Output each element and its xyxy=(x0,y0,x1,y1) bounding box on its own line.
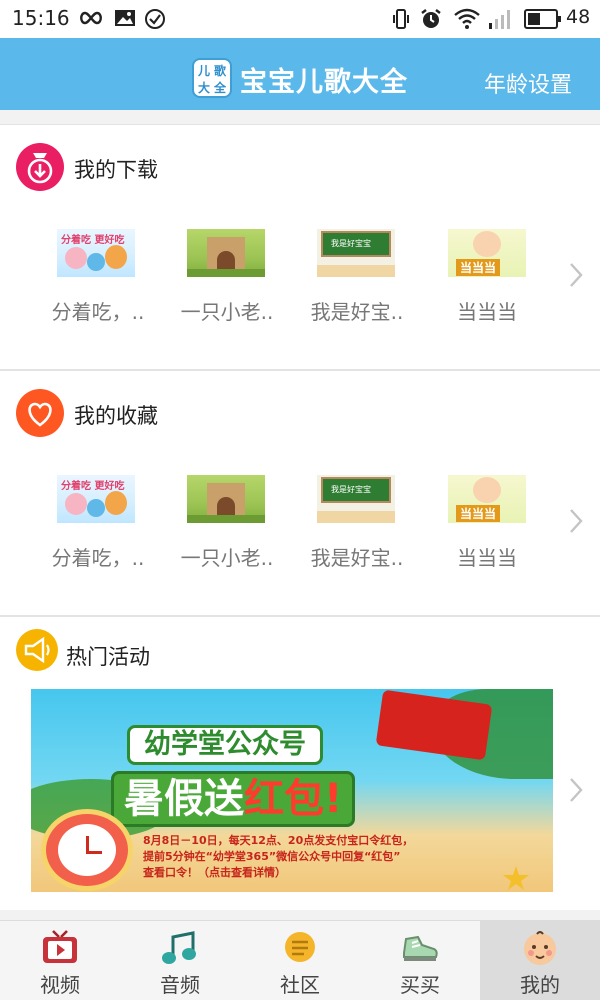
shoe-icon xyxy=(403,935,438,961)
signal-icon xyxy=(489,10,510,29)
thumb-text: 分着吃 更好吃 xyxy=(61,481,125,492)
tab-community[interactable]: 社区 xyxy=(240,921,360,1000)
thumb-text: 当当当 xyxy=(456,259,501,276)
app-title: 宝宝儿歌大全 xyxy=(240,67,408,98)
download-thumb[interactable]: 当当当 xyxy=(448,229,526,277)
tab-shop[interactable]: 买买 xyxy=(360,921,480,1000)
tab-label: 我的 xyxy=(520,973,560,997)
tab-label: 视频 xyxy=(40,973,80,997)
megaphone-icon xyxy=(16,629,58,671)
favorite-thumb[interactable]: 我是好宝宝 xyxy=(317,475,395,523)
download-caption[interactable]: 一只小老.. xyxy=(167,296,287,325)
favorite-caption[interactable]: 我是好宝.. xyxy=(297,542,417,571)
battery-level xyxy=(528,13,540,25)
chevron-right-icon[interactable] xyxy=(566,775,586,805)
status-time: 15:16 xyxy=(12,6,70,30)
thumb-text: 当当当 xyxy=(456,505,501,522)
download-caption[interactable]: 我是好宝.. xyxy=(297,296,417,325)
banner-line-2: 提前5分钟在“幼学堂365”微信公众号中回复“红包” xyxy=(143,850,401,863)
thumb-text: 分着吃 更好吃 xyxy=(61,235,125,246)
banner-main-text-1: 暑假送 xyxy=(124,776,244,822)
logo-char: 儿 xyxy=(198,64,211,78)
tv-icon xyxy=(43,930,77,963)
chevron-right-icon[interactable] xyxy=(566,260,586,290)
favorites-section: 我的收藏 分着吃 更好吃 分着吃，.. 一只小老.. 我是好宝宝 我是好宝.. … xyxy=(0,370,600,616)
banner-line-1: 8月8日－10日，每天12点、20点发支付宝口令红包， xyxy=(143,834,414,847)
age-setting-button[interactable]: 年龄设置 xyxy=(484,67,572,99)
thumb-text: 我是好宝宝 xyxy=(331,485,371,494)
favorite-thumb[interactable]: 当当当 xyxy=(448,475,526,523)
banner-main-text: 暑假送红包! xyxy=(111,771,356,827)
baby-face-icon xyxy=(524,931,556,965)
starfish-icon xyxy=(503,866,529,890)
banner-main-text-2: 红包! xyxy=(244,776,343,822)
status-bar: 15:16 48 xyxy=(0,0,600,38)
download-caption[interactable]: 当当当 xyxy=(427,296,547,325)
image-icon xyxy=(115,10,135,26)
check-circle-icon xyxy=(145,9,165,29)
logo-char: 歌 xyxy=(214,64,227,78)
tab-video[interactable]: 视频 xyxy=(0,921,120,1000)
events-title: 热门活动 xyxy=(66,645,150,669)
chat-bubble-icon xyxy=(285,932,315,962)
banner-line-3: 查看口令！（点击查看详情） xyxy=(143,866,286,879)
favorites-title: 我的收藏 xyxy=(74,404,158,428)
clock-icon xyxy=(41,809,133,891)
favorite-thumb[interactable] xyxy=(187,475,265,523)
download-thumb[interactable]: 我是好宝宝 xyxy=(317,229,395,277)
thumb-text: 我是好宝宝 xyxy=(331,239,371,248)
tab-mine[interactable]: 我的 xyxy=(480,921,600,1000)
alarm-icon xyxy=(421,9,441,28)
favorite-caption[interactable]: 分着吃，.. xyxy=(38,542,158,571)
banner-headline: 幼学堂公众号 xyxy=(127,725,323,765)
battery-icon xyxy=(524,9,561,29)
download-thumb[interactable] xyxy=(187,229,265,277)
heart-icon xyxy=(16,389,64,437)
download-caption[interactable]: 分着吃，.. xyxy=(38,296,158,325)
infinity-icon xyxy=(80,11,102,25)
wifi-icon xyxy=(454,8,480,29)
app-header: 儿 歌 大 全 宝宝儿歌大全 年龄设置 xyxy=(0,38,600,110)
downloads-section: 我的下载 分着吃 更好吃 分着吃，.. 一只小老.. 我是好宝宝 我是好宝.. … xyxy=(0,124,600,370)
favorite-caption[interactable]: 一只小老.. xyxy=(167,542,287,571)
battery-percent: 48 xyxy=(566,6,591,28)
downloads-title: 我的下载 xyxy=(74,158,158,182)
vibrate-icon xyxy=(393,9,409,29)
favorite-thumb[interactable]: 分着吃 更好吃 xyxy=(57,475,135,523)
app-logo: 儿 歌 大 全 xyxy=(192,58,232,98)
tab-label: 音频 xyxy=(160,973,200,997)
logo-char: 全 xyxy=(214,81,227,95)
chevron-right-icon[interactable] xyxy=(566,506,586,536)
event-banner[interactable]: 幼学堂公众号 暑假送红包! 8月8日－10日，每天12点、20点发支付宝口令红包… xyxy=(31,689,553,892)
bottom-tab-bar: 视频 音频 社区 买买 我的 xyxy=(0,920,600,1000)
tab-label: 买买 xyxy=(400,973,440,997)
music-note-icon xyxy=(162,931,196,964)
download-thumb[interactable]: 分着吃 更好吃 xyxy=(57,229,135,277)
logo-char: 大 xyxy=(198,81,211,95)
tab-audio[interactable]: 音频 xyxy=(120,921,240,1000)
tab-label: 社区 xyxy=(280,973,320,997)
download-icon xyxy=(16,143,64,191)
favorite-caption[interactable]: 当当当 xyxy=(427,542,547,571)
